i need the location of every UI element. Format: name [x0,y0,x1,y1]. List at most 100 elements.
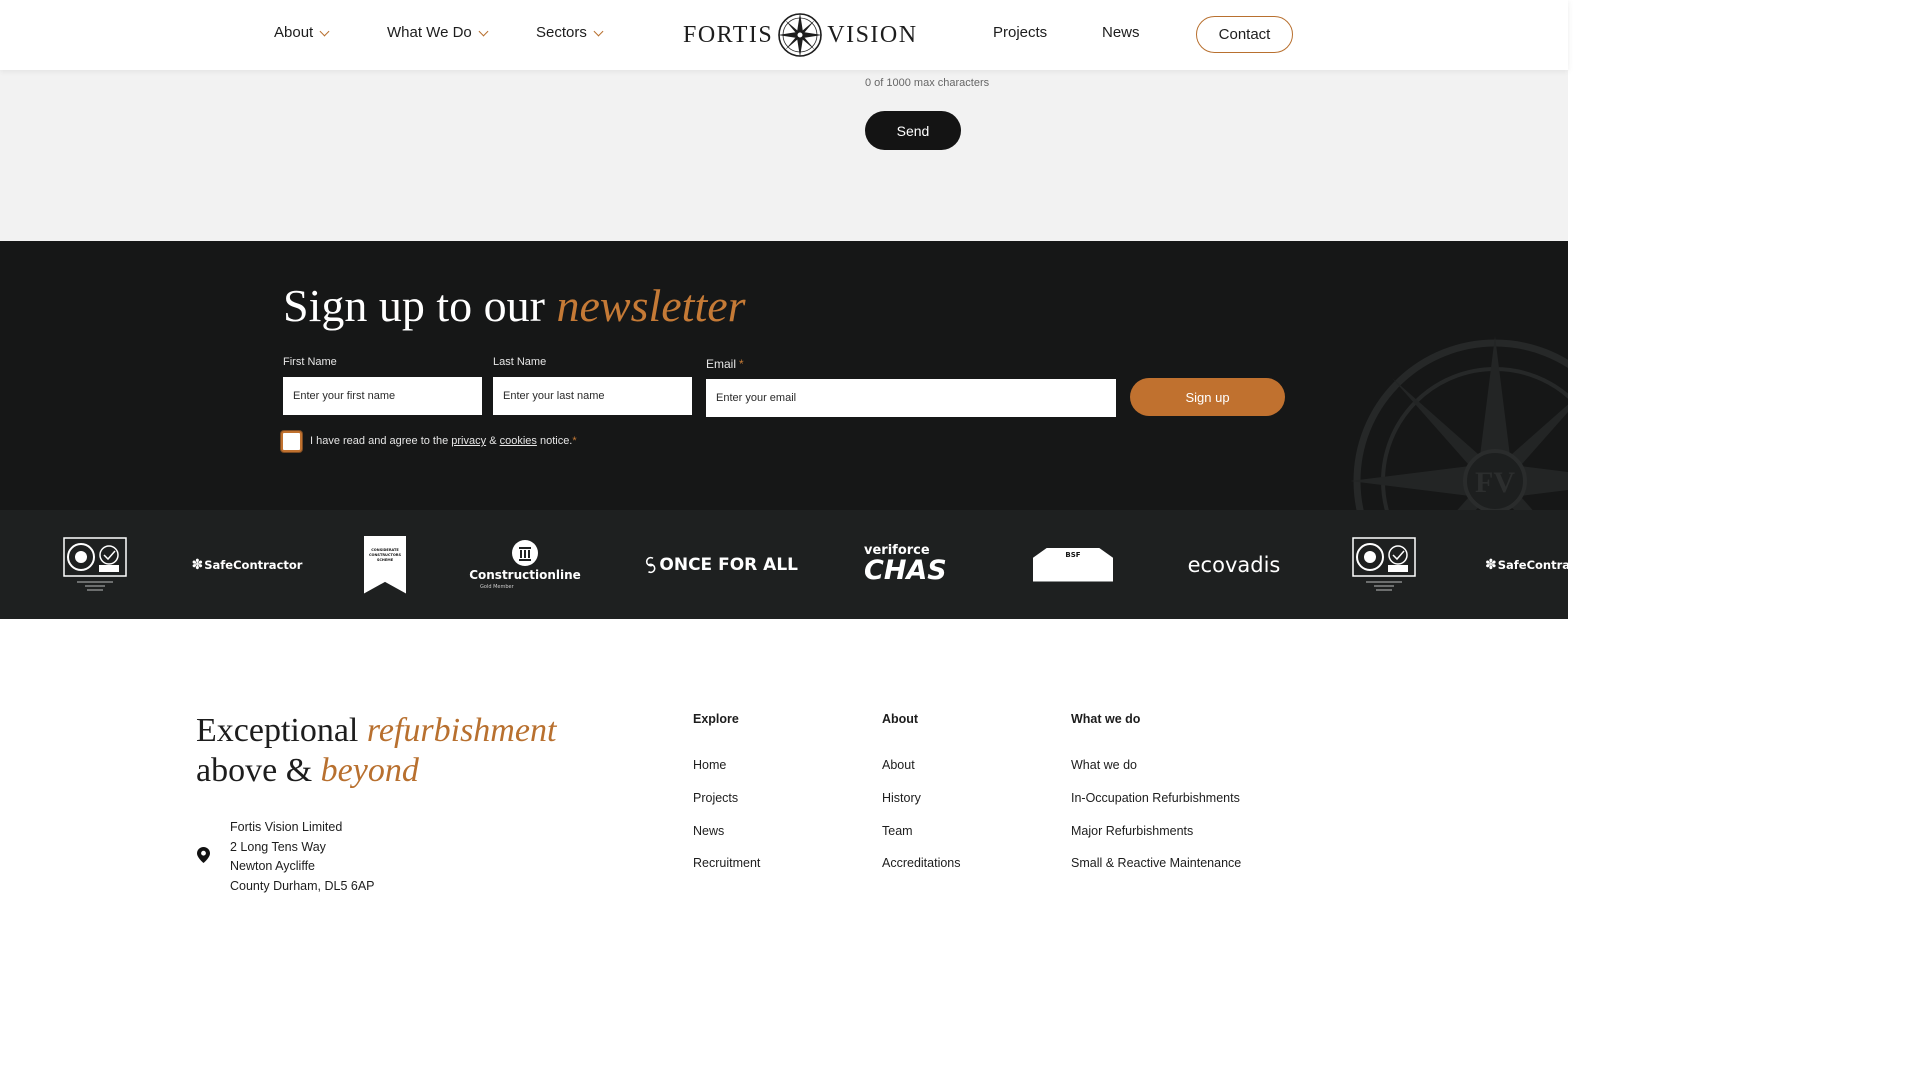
constructionline-text: Constructionline [469,567,581,582]
consent-suffix: notice. [539,435,573,447]
nav-what-we-do[interactable]: What We Do [387,24,489,41]
accreditation-logos-strip: ✽ SafeContractor CONSIDERATE CONSTRUCTOR… [0,510,1568,619]
consent-required-mark: * [572,435,577,447]
constructionline-pillar-icon [512,539,538,566]
send-button[interactable]: Send [865,111,961,150]
footer-link-home[interactable]: Home [693,758,726,772]
cookies-link[interactable]: cookies [500,435,537,447]
last-name-input[interactable] [493,377,692,415]
footer-tagline: Exceptional refurbishment above & beyond [196,711,556,791]
newsletter-section: FV Sign up to our newsletter First Name … [0,241,1568,510]
newsletter-title-main: Sign up to our [283,280,545,331]
footer-link-projects[interactable]: Projects [693,791,738,805]
footer-link-recruitment[interactable]: Recruitment [693,856,760,870]
last-name-label: Last Name [493,356,547,368]
site-footer: Exceptional refurbishment above & beyond… [0,619,1568,893]
bsf-badge-icon: BSF [1033,547,1113,582]
contact-button[interactable]: Contact [1196,16,1293,53]
iso-ukas-logo [62,510,128,619]
site-header: About What We Do Sectors FORTIS VISION P… [0,0,1568,70]
veriforce-chas-logo: veriforce CHAS [864,510,962,619]
ecovadis-logo: ecovadis [1184,510,1284,619]
iso-ukas-badge-icon [63,536,127,590]
sign-up-button[interactable]: Sign up [1130,378,1285,416]
nav-projects-label: Projects [993,24,1048,41]
footer-link-what-we-do[interactable]: What we do [1071,758,1137,772]
character-counter: 0 of 1000 max characters [865,77,990,89]
footer-heading-what-we-do: What we do [1071,712,1141,726]
svg-text:FV: FV [1475,466,1515,499]
nav-about[interactable]: About [274,24,330,41]
ecovadis-text: ecovadis [1187,552,1281,577]
nav-news[interactable]: News [1102,24,1140,41]
footer-link-about[interactable]: About [882,758,915,772]
location-pin-icon [197,847,210,863]
first-name-label: First Name [283,356,337,368]
nav-sectors[interactable]: Sectors [536,24,604,41]
newsletter-title: Sign up to our newsletter [283,279,746,332]
compass-rose-icon [778,13,823,57]
footer-link-small-reactive-maintenance[interactable]: Small & Reactive Maintenance [1071,856,1241,870]
consent-prefix: I have read and agree to the [310,435,449,447]
newsletter-title-accent: newsletter [556,280,746,331]
email-label: Email * [706,357,744,371]
safecontractor-flower-icon: ✽ [191,556,204,572]
tagline-word-above: above [196,752,278,789]
email-input[interactable] [706,379,1116,417]
address-line: 2 Long Tens Way [230,839,326,854]
footer-link-accreditations[interactable]: Accreditations [882,856,961,870]
considerate-constructors-ribbon-icon: CONSIDERATE CONSTRUCTORS SCHEME [364,535,406,594]
chas-text: CHAS [864,555,947,586]
email-required-mark: * [739,357,744,371]
nav-sectors-label: Sectors [536,24,587,41]
tagline-word-beyond: beyond [320,752,419,789]
footer-heading-explore: Explore [693,712,739,726]
consent-text: I have read and agree to the privacy & c… [310,435,577,447]
once-for-all-link-icon [645,556,656,573]
footer-link-team[interactable]: Team [882,824,913,838]
bsf-logo: BSF [1032,510,1114,619]
nav-projects[interactable]: Projects [993,24,1047,41]
privacy-link[interactable]: privacy [451,435,486,447]
footer-heading-about: About [882,712,919,726]
once-for-all-logo: ONCE FOR ALL [644,510,798,619]
footer-address: Fortis Vision Limited 2 Long Tens Way Ne… [230,818,375,896]
chevron-down-icon [478,26,489,36]
tagline-word-exceptional: Exceptional [196,712,359,749]
safecontractor-text: SafeContractor [204,557,303,572]
consent-amp: & [489,435,497,447]
nav-what-we-do-label: What We Do [387,24,472,41]
constructionline-subtext: Gold Member [480,583,514,590]
considerate-constructors-logo: CONSIDERATE CONSTRUCTORS SCHEME [362,510,408,619]
first-name-input[interactable] [283,377,482,415]
address-line: County Durham, DL5 6AP [230,878,375,893]
tagline-word-refurbishment: refurbishment [366,712,557,749]
tagline-ampersand: & [285,752,313,789]
footer-link-news[interactable]: News [693,824,724,838]
bsf-text: BSF [1065,550,1081,559]
site-logo[interactable]: FORTIS VISION [683,12,918,58]
consent-checkbox[interactable] [281,431,302,452]
footer-link-in-occupation-refurbishments[interactable]: In-Occupation Refurbishments [1071,791,1240,805]
once-for-all-text: ONCE FOR ALL [659,554,798,575]
contact-form-section: 0 of 1000 max characters Send [0,70,1568,241]
considerate-constructors-text: CONSIDERATE CONSTRUCTORS SCHEME [368,547,402,562]
logo-word-left: FORTIS [683,21,774,48]
safecontractor-text-repeat: SafeContrac [1497,557,1568,572]
chevron-down-icon [319,26,330,36]
safecontractor-flower-icon: ✽ [1485,556,1497,572]
chevron-down-icon [593,26,604,36]
iso-ukas-logo-repeat [1351,510,1417,619]
constructionline-logo: Constructionline Gold Member [469,510,581,619]
logo-word-right: VISION [827,21,918,48]
footer-link-history[interactable]: History [882,791,921,805]
email-label-text: Email [706,357,737,371]
safecontractor-logo: ✽ SafeContractor [192,510,303,619]
compass-fv-emblem-icon: FV [1350,336,1568,510]
nav-news-label: News [1102,24,1140,41]
nav-about-label: About [274,24,314,41]
address-line: Fortis Vision Limited [230,820,343,834]
footer-link-major-refurbishments[interactable]: Major Refurbishments [1071,824,1193,838]
iso-ukas-badge-icon [1352,536,1416,590]
address-line: Newton Aycliffe [230,859,316,873]
